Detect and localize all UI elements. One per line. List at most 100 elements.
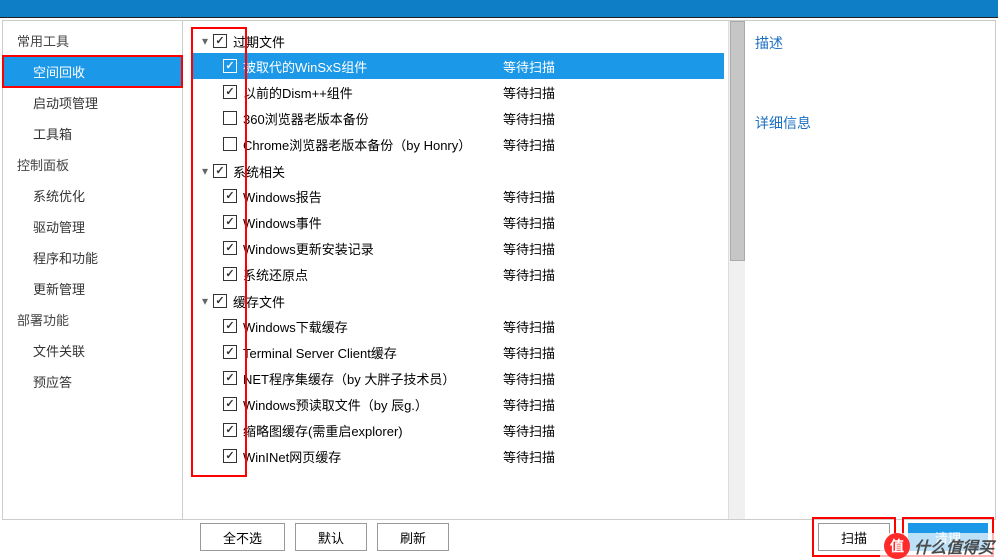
item-label: 缩略图缓存(需重启explorer): [243, 421, 503, 440]
tree-group-header[interactable]: ▾ 缓存文件: [191, 289, 724, 313]
item-status: 等待扫描: [503, 239, 603, 258]
item-checkbox[interactable]: [223, 371, 237, 385]
item-status: 等待扫描: [503, 213, 603, 232]
tree-item[interactable]: Windows报告等待扫描: [191, 183, 724, 209]
tree-item[interactable]: 360浏览器老版本备份等待扫描: [191, 105, 724, 131]
item-checkbox[interactable]: [223, 189, 237, 203]
group-checkbox[interactable]: [213, 34, 227, 48]
clean-button[interactable]: 清理: [908, 523, 988, 551]
tree-item[interactable]: Terminal Server Client缓存等待扫描: [191, 339, 724, 365]
item-label: 以前的Dism++组件: [243, 83, 503, 102]
tree-item[interactable]: Windows预读取文件（by 辰g.）等待扫描: [191, 391, 724, 417]
tree-item[interactable]: 以前的Dism++组件等待扫描: [191, 79, 724, 105]
app-container: 常用工具空间回收启动项管理工具箱控制面板系统优化驱动管理程序和功能更新管理部署功…: [2, 20, 996, 520]
vertical-scrollbar[interactable]: [728, 21, 745, 519]
item-label: 360浏览器老版本备份: [243, 109, 503, 128]
item-label: Terminal Server Client缓存: [243, 343, 503, 362]
item-checkbox[interactable]: [223, 423, 237, 437]
sidebar-item[interactable]: 驱动管理: [3, 211, 182, 242]
sidebar-item[interactable]: 空间回收: [3, 56, 182, 87]
item-checkbox[interactable]: [223, 241, 237, 255]
tree-group: ▾过期文件被取代的WinSxS组件等待扫描以前的Dism++组件等待扫描360浏…: [191, 29, 724, 157]
sidebar-item[interactable]: 工具箱: [3, 118, 182, 149]
group-checkbox[interactable]: [213, 294, 227, 308]
group-label: 系统相关: [233, 162, 493, 181]
sidebar-item[interactable]: 预应答: [3, 366, 182, 397]
item-status: 等待扫描: [503, 109, 603, 128]
tree-item[interactable]: Windows事件等待扫描: [191, 209, 724, 235]
item-checkbox[interactable]: [223, 319, 237, 333]
tree-item[interactable]: Windows更新安装记录等待扫描: [191, 235, 724, 261]
item-checkbox[interactable]: [223, 397, 237, 411]
item-status: 等待扫描: [503, 343, 603, 362]
window-titlebar: [0, 0, 998, 18]
deselect-all-button[interactable]: 全不选: [200, 523, 285, 551]
main-panel: ▾过期文件被取代的WinSxS组件等待扫描以前的Dism++组件等待扫描360浏…: [183, 21, 995, 519]
item-status: 等待扫描: [503, 83, 603, 102]
refresh-button[interactable]: 刷新: [377, 523, 449, 551]
item-status: 等待扫描: [503, 447, 603, 466]
details-heading: 详细信息: [755, 113, 985, 133]
expand-icon[interactable]: ▾: [199, 294, 211, 308]
item-label: Windows下载缓存: [243, 317, 503, 336]
sidebar-item[interactable]: 程序和功能: [3, 242, 182, 273]
item-checkbox[interactable]: [223, 215, 237, 229]
sidebar-section-header: 常用工具: [3, 25, 182, 56]
item-label: Windows报告: [243, 187, 503, 206]
item-label: Chrome浏览器老版本备份（by Honry）: [243, 135, 503, 154]
item-checkbox[interactable]: [223, 137, 237, 151]
tree-item[interactable]: Windows下载缓存等待扫描: [191, 313, 724, 339]
sidebar-item[interactable]: 更新管理: [3, 273, 182, 304]
cleanup-tree: ▾过期文件被取代的WinSxS组件等待扫描以前的Dism++组件等待扫描360浏…: [183, 21, 728, 519]
item-label: Windows事件: [243, 213, 503, 232]
item-status: 等待扫描: [503, 57, 603, 76]
item-label: 系统还原点: [243, 265, 503, 284]
sidebar-item[interactable]: 启动项管理: [3, 87, 182, 118]
item-status: 等待扫描: [503, 265, 603, 284]
tree-group-header[interactable]: ▾ 过期文件: [191, 29, 724, 53]
tree-item[interactable]: 被取代的WinSxS组件等待扫描: [191, 53, 724, 79]
item-status: 等待扫描: [503, 395, 603, 414]
item-status: 等待扫描: [503, 317, 603, 336]
tree-group-header[interactable]: ▾ 系统相关: [191, 159, 724, 183]
item-checkbox[interactable]: [223, 267, 237, 281]
item-status: 等待扫描: [503, 369, 603, 388]
tree-group: ▾缓存文件Windows下载缓存等待扫描Terminal Server Clie…: [191, 289, 724, 469]
group-checkbox[interactable]: [213, 164, 227, 178]
right-button-group: 扫描 清理: [818, 523, 988, 551]
expand-icon[interactable]: ▾: [199, 34, 211, 48]
sidebar-item[interactable]: 系统优化: [3, 180, 182, 211]
tree-item[interactable]: NET程序集缓存（by 大胖子技术员）等待扫描: [191, 365, 724, 391]
description-heading: 描述: [755, 33, 985, 53]
item-checkbox[interactable]: [223, 59, 237, 73]
sidebar-section-header: 部署功能: [3, 304, 182, 335]
group-label: 过期文件: [233, 32, 493, 51]
sidebar: 常用工具空间回收启动项管理工具箱控制面板系统优化驱动管理程序和功能更新管理部署功…: [3, 21, 183, 519]
tree-group: ▾系统相关Windows报告等待扫描Windows事件等待扫描Windows更新…: [191, 159, 724, 287]
item-checkbox[interactable]: [223, 449, 237, 463]
tree-item[interactable]: 缩略图缓存(需重启explorer)等待扫描: [191, 417, 724, 443]
item-checkbox[interactable]: [223, 85, 237, 99]
item-status: 等待扫描: [503, 421, 603, 440]
sidebar-item[interactable]: 文件关联: [3, 335, 182, 366]
tree-item[interactable]: 系统还原点等待扫描: [191, 261, 724, 287]
group-label: 缓存文件: [233, 292, 493, 311]
scrollbar-thumb[interactable]: [730, 21, 745, 261]
item-label: NET程序集缓存（by 大胖子技术员）: [243, 369, 503, 388]
info-panel: 描述 详细信息: [745, 21, 995, 519]
default-button[interactable]: 默认: [295, 523, 367, 551]
item-status: 等待扫描: [503, 187, 603, 206]
bottom-toolbar: 全不选 默认 刷新 扫描 清理: [0, 515, 998, 559]
scan-button[interactable]: 扫描: [818, 523, 890, 551]
item-checkbox[interactable]: [223, 111, 237, 125]
tree-item[interactable]: WinINet网页缓存等待扫描: [191, 443, 724, 469]
item-label: Windows更新安装记录: [243, 239, 503, 258]
sidebar-section-header: 控制面板: [3, 149, 182, 180]
expand-icon[interactable]: ▾: [199, 164, 211, 178]
tree-item[interactable]: Chrome浏览器老版本备份（by Honry）等待扫描: [191, 131, 724, 157]
item-status: 等待扫描: [503, 135, 603, 154]
item-label: WinINet网页缓存: [243, 447, 503, 466]
item-label: Windows预读取文件（by 辰g.）: [243, 395, 503, 414]
left-button-group: 全不选 默认 刷新: [200, 523, 449, 551]
item-checkbox[interactable]: [223, 345, 237, 359]
